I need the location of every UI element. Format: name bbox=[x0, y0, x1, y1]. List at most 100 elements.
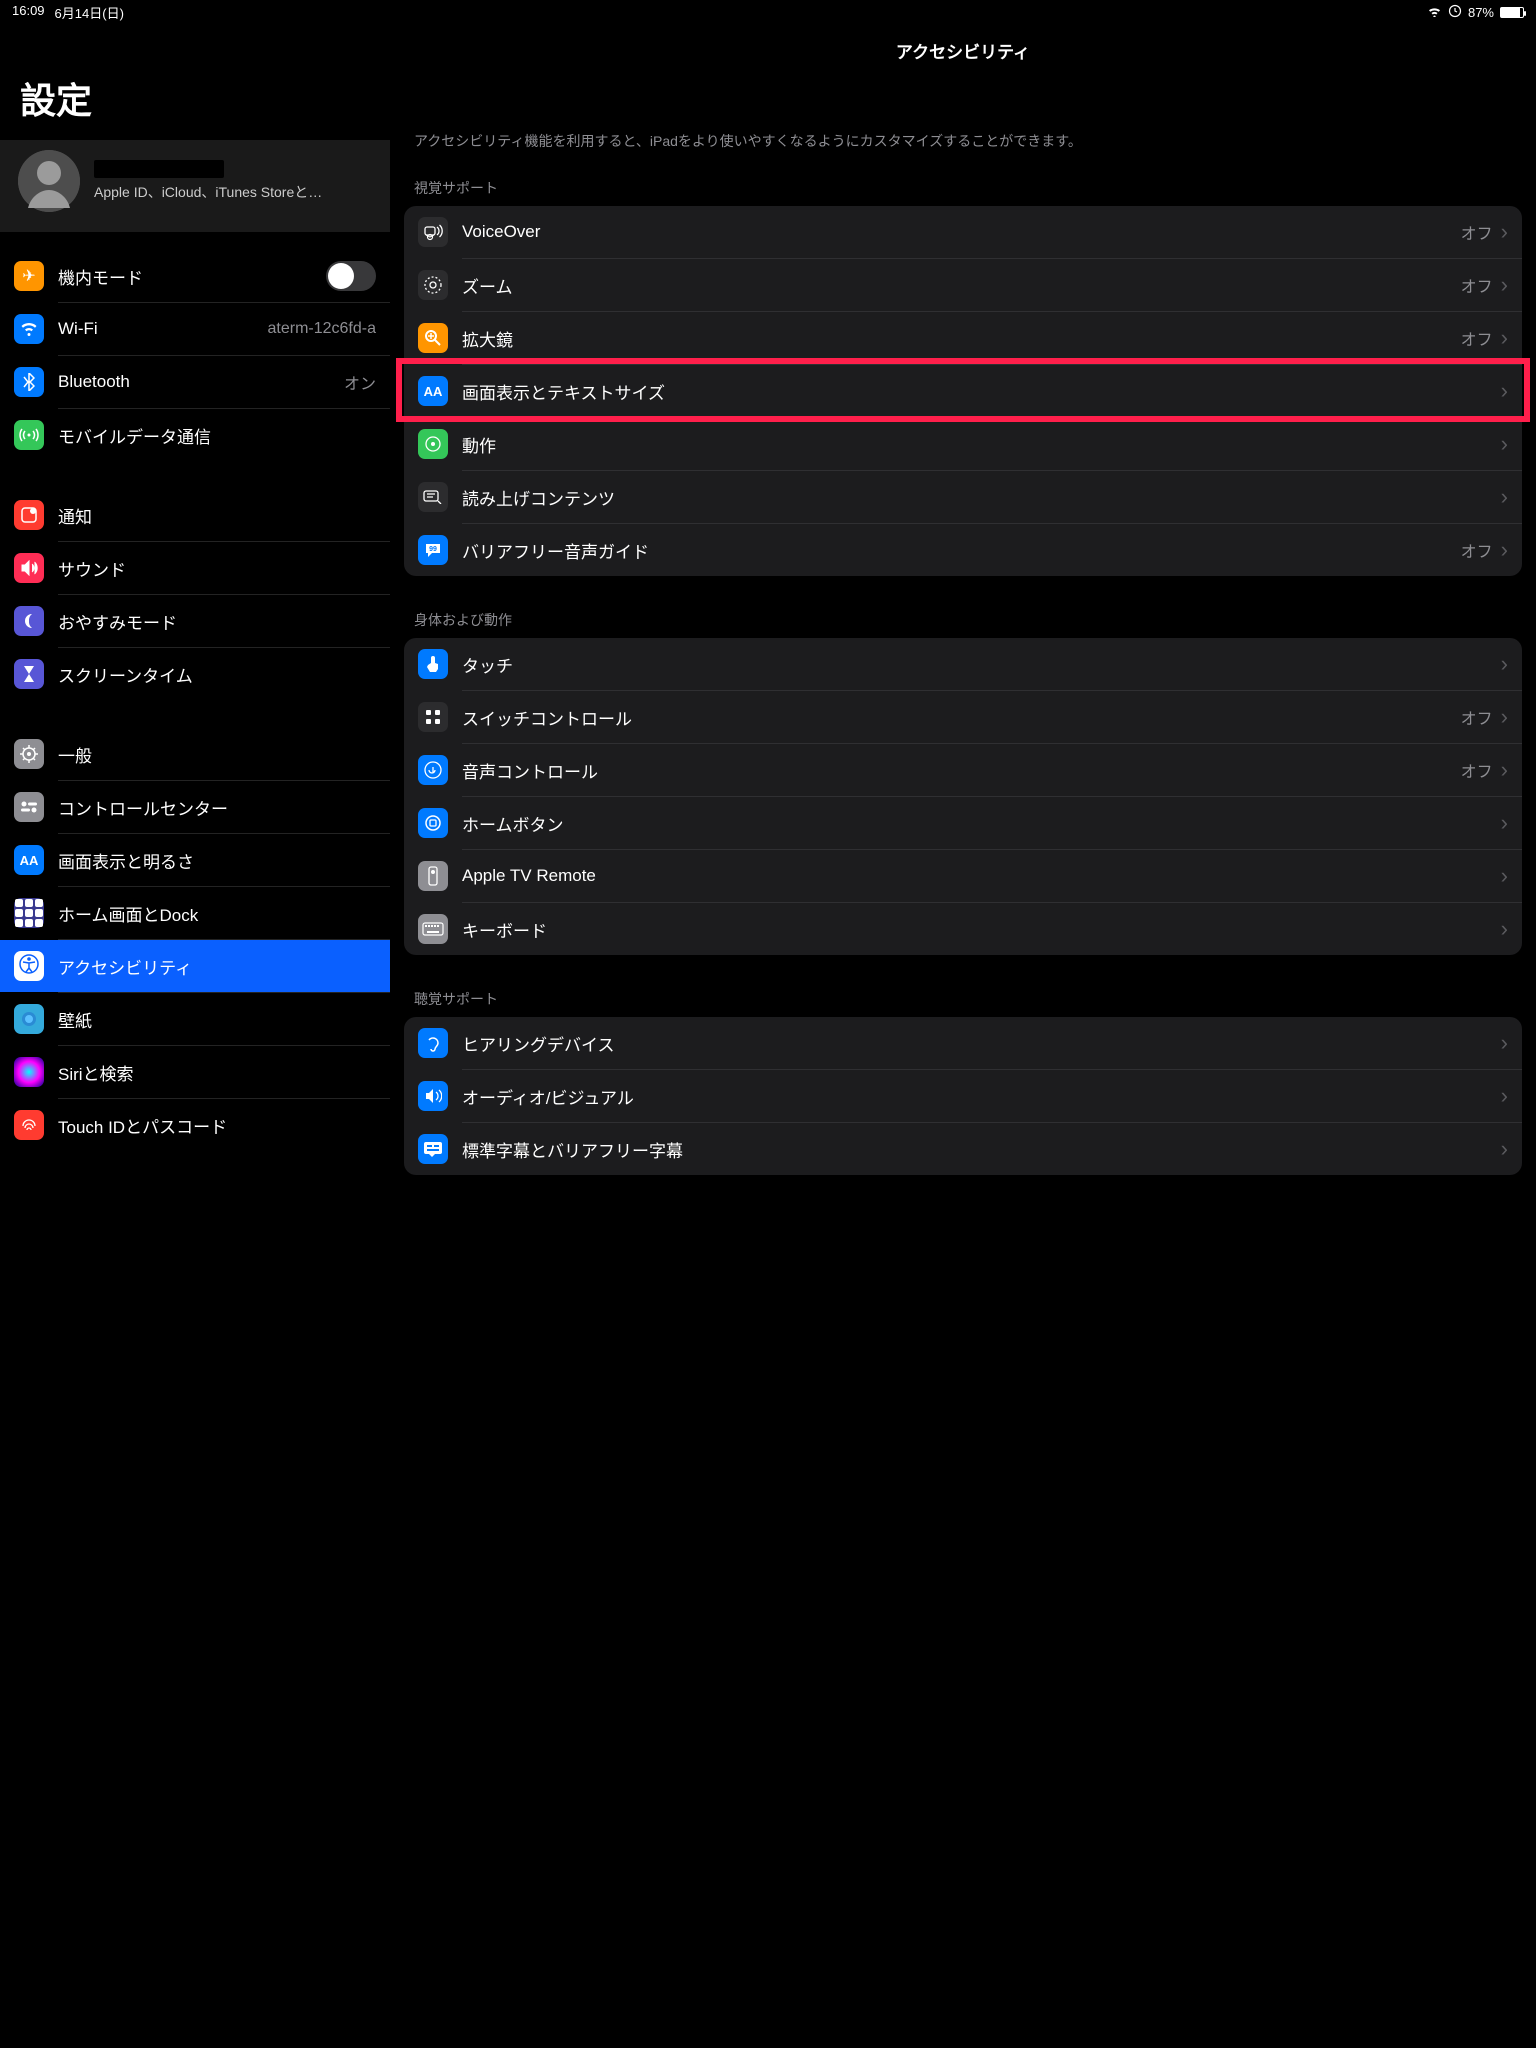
airplane-toggle[interactable] bbox=[326, 261, 376, 291]
chevron-right-icon: › bbox=[1501, 704, 1508, 730]
row-magnifier[interactable]: 拡大鏡 オフ› bbox=[404, 312, 1522, 364]
page-title: アクセシビリティ bbox=[400, 24, 1526, 77]
accessibility-icon bbox=[14, 951, 44, 981]
row-subtitles[interactable]: 標準字幕とバリアフリー字幕 › bbox=[404, 1123, 1522, 1175]
chevron-right-icon: › bbox=[1501, 219, 1508, 245]
row-hearing-devices[interactable]: ヒアリングデバイス › bbox=[404, 1017, 1522, 1069]
accessibility-pane: アクセシビリティ アクセシビリティ機能を利用すると、iPadをより使いやすくなる… bbox=[390, 24, 1536, 2048]
remote-icon bbox=[418, 861, 448, 891]
airplane-icon: ✈ bbox=[14, 261, 44, 291]
control-center-icon bbox=[14, 792, 44, 822]
hearing-list: ヒアリングデバイス › オーディオ/ビジュアル › 標準字幕とバリアフリー字幕 … bbox=[404, 1017, 1522, 1175]
sidebar-item-airplane[interactable]: ✈ 機内モード bbox=[0, 250, 390, 302]
sidebar-item-accessibility[interactable]: アクセシビリティ bbox=[0, 940, 390, 992]
chevron-right-icon: › bbox=[1501, 431, 1508, 457]
zoom-icon bbox=[418, 270, 448, 300]
spoken-content-icon bbox=[418, 482, 448, 512]
status-time: 16:09 bbox=[12, 3, 45, 22]
sidebar-item-screentime[interactable]: スクリーンタイム bbox=[0, 648, 390, 700]
row-motion[interactable]: 動作 › bbox=[404, 418, 1522, 470]
speech-bubble-icon: 99 bbox=[418, 535, 448, 565]
status-date: 6月14日(日) bbox=[55, 3, 124, 22]
section-header-physical: 身体および動作 bbox=[400, 604, 1526, 638]
row-voice-control[interactable]: 音声コントロール オフ› bbox=[404, 744, 1522, 796]
sidebar-item-homescreen[interactable]: ホーム画面とDock bbox=[0, 887, 390, 939]
sidebar-item-wifi[interactable]: Wi-Fi aterm-12c6fd-a bbox=[0, 303, 390, 355]
row-display-text[interactable]: AA 画面表示とテキストサイズ › bbox=[404, 365, 1522, 417]
row-keyboard[interactable]: キーボード › bbox=[404, 903, 1522, 955]
settings-title: 設定 bbox=[0, 24, 390, 140]
voiceover-icon bbox=[418, 217, 448, 247]
sidebar-item-general[interactable]: 一般 bbox=[0, 728, 390, 780]
chevron-right-icon: › bbox=[1501, 651, 1508, 677]
row-audio-descriptions[interactable]: 99 バリアフリー音声ガイド オフ› bbox=[404, 524, 1522, 576]
settings-sidebar: 設定 Apple ID、iCloud、iTunes Storeと… ✈ 機内モー… bbox=[0, 24, 390, 2048]
chevron-right-icon: › bbox=[1501, 916, 1508, 942]
profile-sub: Apple ID、iCloud、iTunes Storeと… bbox=[94, 182, 322, 202]
chevron-right-icon: › bbox=[1501, 1136, 1508, 1162]
row-voiceover[interactable]: VoiceOver オフ› bbox=[404, 206, 1522, 258]
sidebar-item-display[interactable]: AA 画面表示と明るさ bbox=[0, 834, 390, 886]
vision-list: VoiceOver オフ› ズーム オフ› 拡大鏡 オフ› AA 画面表示とテキ… bbox=[404, 206, 1522, 576]
magnifier-icon bbox=[418, 323, 448, 353]
fingerprint-icon bbox=[14, 1110, 44, 1140]
battery-pct: 87% bbox=[1468, 5, 1494, 20]
row-home-button[interactable]: ホームボタン › bbox=[404, 797, 1522, 849]
bluetooth-icon bbox=[14, 367, 44, 397]
row-touch[interactable]: タッチ › bbox=[404, 638, 1522, 690]
chevron-right-icon: › bbox=[1501, 484, 1508, 510]
row-appletv-remote[interactable]: Apple TV Remote › bbox=[404, 850, 1522, 902]
motion-icon bbox=[418, 429, 448, 459]
ear-icon bbox=[418, 1028, 448, 1058]
sidebar-item-controlcenter[interactable]: コントロールセンター bbox=[0, 781, 390, 833]
gear-icon bbox=[14, 739, 44, 769]
wifi-settings-icon bbox=[14, 314, 44, 344]
row-spoken-content[interactable]: 読み上げコンテンツ › bbox=[404, 471, 1522, 523]
sidebar-item-wallpaper[interactable]: 壁紙 bbox=[0, 993, 390, 1045]
row-zoom[interactable]: ズーム オフ› bbox=[404, 259, 1522, 311]
subtitles-icon bbox=[418, 1134, 448, 1164]
row-switch-control[interactable]: スイッチコントロール オフ› bbox=[404, 691, 1522, 743]
svg-text:99: 99 bbox=[429, 546, 437, 553]
sidebar-item-notifications[interactable]: 通知 bbox=[0, 489, 390, 541]
battery-icon bbox=[1500, 7, 1524, 18]
avatar-icon bbox=[18, 150, 80, 212]
sound-icon bbox=[14, 553, 44, 583]
sidebar-item-sounds[interactable]: サウンド bbox=[0, 542, 390, 594]
wifi-icon bbox=[1427, 5, 1442, 20]
row-audio-visual[interactable]: オーディオ/ビジュアル › bbox=[404, 1070, 1522, 1122]
chevron-right-icon: › bbox=[1501, 810, 1508, 836]
touch-icon bbox=[418, 649, 448, 679]
sidebar-item-cellular[interactable]: モバイルデータ通信 bbox=[0, 409, 390, 461]
chevron-right-icon: › bbox=[1501, 1030, 1508, 1056]
physical-list: タッチ › スイッチコントロール オフ› 音声コントロール オフ› bbox=[404, 638, 1522, 955]
chevron-right-icon: › bbox=[1501, 272, 1508, 298]
home-button-icon bbox=[418, 808, 448, 838]
sidebar-item-dnd[interactable]: おやすみモード bbox=[0, 595, 390, 647]
voice-control-icon bbox=[418, 755, 448, 785]
hourglass-icon bbox=[14, 659, 44, 689]
switch-control-icon bbox=[418, 702, 448, 732]
moon-icon bbox=[14, 606, 44, 636]
sidebar-item-touchid[interactable]: Touch IDとパスコード bbox=[0, 1099, 390, 1151]
page-description: アクセシビリティ機能を利用すると、iPadをより使いやすくなるようにカスタマイズ… bbox=[400, 77, 1526, 172]
wallpaper-icon bbox=[14, 1004, 44, 1034]
chevron-right-icon: › bbox=[1501, 1083, 1508, 1109]
section-header-hearing: 聴覚サポート bbox=[400, 983, 1526, 1017]
chevron-right-icon: › bbox=[1501, 863, 1508, 889]
antenna-icon bbox=[14, 420, 44, 450]
status-bar: 16:09 6月14日(日) 87% bbox=[0, 0, 1536, 24]
siri-icon bbox=[14, 1057, 44, 1087]
home-dock-icon bbox=[14, 898, 44, 928]
keyboard-icon bbox=[418, 914, 448, 944]
chevron-right-icon: › bbox=[1501, 378, 1508, 404]
section-header-vision: 視覚サポート bbox=[400, 172, 1526, 206]
chevron-right-icon: › bbox=[1501, 537, 1508, 563]
lock-rotation-icon bbox=[1448, 4, 1462, 21]
speaker-icon bbox=[418, 1081, 448, 1111]
sidebar-item-bluetooth[interactable]: Bluetooth オン bbox=[0, 356, 390, 408]
profile-name-redacted bbox=[94, 160, 224, 178]
text-size-icon: AA bbox=[14, 845, 44, 875]
sidebar-item-siri[interactable]: Siriと検索 bbox=[0, 1046, 390, 1098]
apple-id-row[interactable]: Apple ID、iCloud、iTunes Storeと… bbox=[0, 140, 390, 232]
